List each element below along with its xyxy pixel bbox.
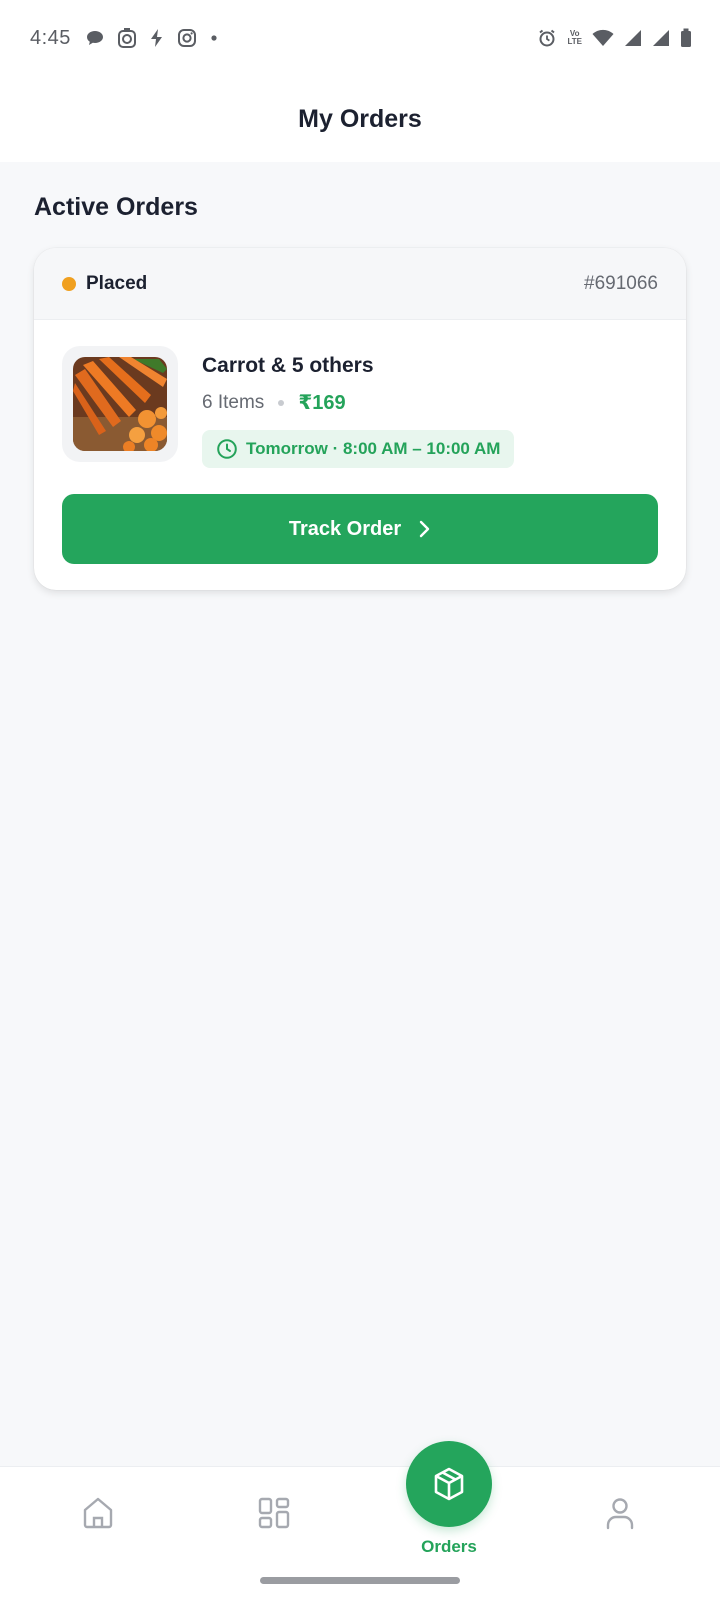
chevron-right-icon xyxy=(417,520,431,538)
status-right: Vo LTE xyxy=(537,28,692,48)
status-bar: 4:45 Vo LTE xyxy=(0,0,720,76)
clock-icon xyxy=(216,438,238,460)
delivery-slot-chip: Tomorrow · 8:00 AM – 10:00 AM xyxy=(202,430,515,468)
nav-orders[interactable]: Orders xyxy=(406,1441,492,1557)
battery-icon xyxy=(680,28,692,48)
order-card[interactable]: Placed #691066 Carrot & 5 others 6 Items… xyxy=(34,248,686,590)
home-indicator[interactable] xyxy=(260,1577,460,1584)
order-price: ₹169 xyxy=(298,392,346,414)
dot-icon xyxy=(209,33,219,43)
box-icon xyxy=(430,1465,468,1503)
item-count: 6 Items xyxy=(202,391,265,413)
order-meta: 6 Items ₹169 xyxy=(202,390,346,415)
section-title: Active Orders xyxy=(34,193,198,221)
wifi-icon xyxy=(592,29,614,47)
delivery-slot-text: Tomorrow · 8:00 AM – 10:00 AM xyxy=(246,439,501,458)
nav-orders-label: Orders xyxy=(421,1537,477,1556)
signal-icon xyxy=(652,29,670,47)
nav-profile[interactable] xyxy=(604,1495,636,1531)
status-time: 4:45 xyxy=(30,26,71,49)
nav-home[interactable] xyxy=(80,1495,116,1531)
status-dot-icon xyxy=(62,276,76,291)
orders-fab[interactable] xyxy=(406,1441,492,1527)
instagram-icon xyxy=(177,28,197,48)
nav-categories[interactable] xyxy=(256,1495,292,1531)
profile-icon xyxy=(604,1495,636,1531)
volte-bottom: LTE xyxy=(567,37,582,46)
order-status: Placed xyxy=(62,273,147,295)
screen: 4:45 Vo LTE My Orders Active Orders Plac… xyxy=(0,0,720,1600)
notification-icons xyxy=(85,27,219,49)
order-card-header: Placed #691066 xyxy=(34,248,686,320)
product-thumbnail xyxy=(62,346,178,462)
order-id: #691066 xyxy=(584,272,658,294)
categories-icon xyxy=(256,1495,292,1531)
order-status-label: Placed xyxy=(86,272,148,294)
home-icon xyxy=(80,1495,116,1531)
track-order-button[interactable]: Track Order xyxy=(62,494,658,564)
bolt-app-icon xyxy=(149,28,165,48)
track-order-label: Track Order xyxy=(288,517,402,540)
chat-bubble-icon xyxy=(85,28,105,48)
signal-icon xyxy=(624,29,642,47)
app-header: My Orders xyxy=(0,76,720,162)
carrot-image xyxy=(73,357,167,451)
alarm-icon xyxy=(537,28,557,48)
order-item-title: Carrot & 5 others xyxy=(202,354,374,377)
status-left: 4:45 xyxy=(30,27,219,50)
page-title: My Orders xyxy=(298,104,422,133)
separator-dot-icon xyxy=(278,399,285,406)
timer-app-icon xyxy=(117,27,137,49)
order-card-body: Carrot & 5 others 6 Items ₹169 Tomorrow … xyxy=(34,320,686,590)
volte-icon: Vo LTE xyxy=(567,30,582,46)
